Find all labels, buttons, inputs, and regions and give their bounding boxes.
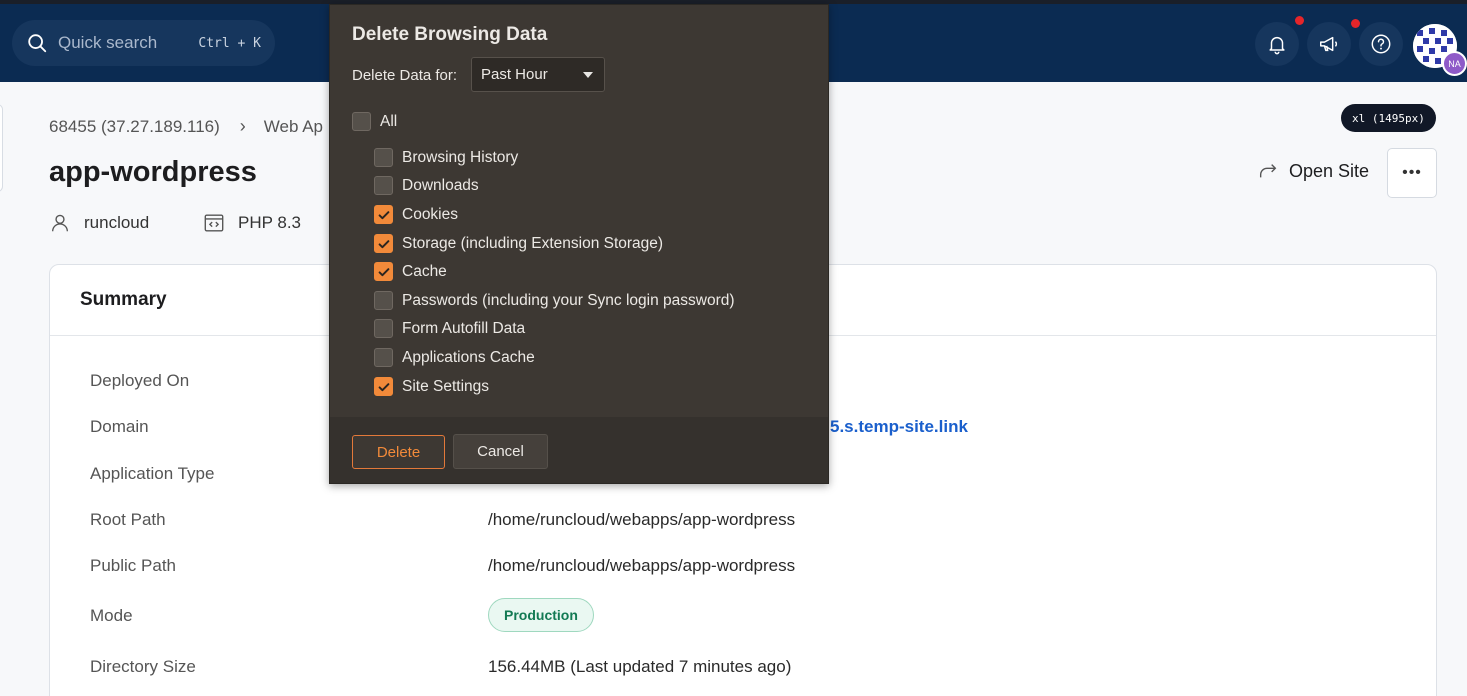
checkbox-all-label: All	[380, 112, 398, 130]
bell-icon	[1269, 36, 1285, 55]
row-label-public-path: Public Path	[90, 556, 176, 575]
code-window-icon	[204, 214, 224, 232]
checkbox-all[interactable]: All	[352, 112, 397, 131]
row-label-deployed-on: Deployed On	[90, 371, 190, 390]
search-placeholder: Quick search	[58, 33, 158, 52]
breadcrumb-section[interactable]: Web Ap	[264, 117, 323, 137]
row-label-root-path: Root Path	[90, 510, 166, 529]
breakpoint-badge: xl (1495px)	[1341, 104, 1436, 132]
checkbox-box[interactable]	[352, 112, 371, 131]
checkmark-icon	[378, 267, 389, 276]
user-icon	[51, 214, 69, 232]
cancel-button[interactable]: Cancel	[453, 434, 548, 469]
chevron-right-icon: ›	[239, 116, 246, 136]
announcement-dot	[1351, 19, 1360, 28]
checkbox-unchecked[interactable]	[374, 319, 393, 338]
checkbox-item[interactable]: Passwords (including your Sync login pas…	[374, 291, 735, 310]
checkbox-label: Applications Cache	[402, 348, 535, 366]
megaphone-icon	[1320, 36, 1338, 52]
checkbox-label: Site Settings	[402, 377, 490, 395]
root-path-value: /home/runcloud/webapps/app-wordpress	[488, 510, 796, 529]
row-label-domain: Domain	[90, 417, 149, 436]
checkbox-item[interactable]: Site Settings	[374, 377, 489, 396]
help-button[interactable]	[1359, 22, 1403, 66]
meta-php-label: PHP 8.3	[238, 213, 302, 232]
checkbox-checked[interactable]	[374, 234, 393, 253]
notifications-button[interactable]	[1255, 22, 1299, 66]
help-icon	[1371, 34, 1391, 54]
more-options-button[interactable]: •••	[1387, 148, 1437, 198]
meta-php: PHP 8.3	[203, 212, 301, 234]
search-icon	[28, 34, 47, 53]
row-label-application-type: Application Type	[90, 464, 215, 483]
meta-user-label: runcloud	[84, 213, 150, 232]
checkbox-label: Cache	[402, 262, 447, 280]
meta-user: runcloud	[49, 212, 149, 234]
checkbox-item[interactable]: Storage (including Extension Storage)	[374, 234, 663, 253]
avatar-initials: NA	[1442, 51, 1467, 76]
delete-browsing-data-dialog: Delete Browsing Data Delete Data for: Pa…	[329, 4, 829, 484]
checkmark-icon	[378, 210, 389, 219]
checkbox-item[interactable]: Cookies	[374, 205, 458, 224]
checkbox-label: Form Autofill Data	[402, 319, 526, 337]
open-site-label: Open Site	[1289, 160, 1370, 181]
checkbox-checked[interactable]	[374, 262, 393, 281]
checkmark-icon	[378, 382, 389, 391]
checkbox-item[interactable]: Applications Cache	[374, 348, 535, 367]
dialog-title: Delete Browsing Data	[352, 24, 548, 45]
delete-button[interactable]: Delete	[352, 435, 445, 469]
checkbox-label: Cookies	[402, 205, 458, 223]
breadcrumb-server[interactable]: 68455 (37.27.189.116)	[49, 117, 220, 137]
dialog-footer: Delete Cancel	[330, 417, 828, 483]
checkbox-item[interactable]: Browsing History	[374, 148, 518, 167]
checkbox-label: Browsing History	[402, 148, 519, 166]
page-title: app-wordpress	[49, 156, 257, 188]
time-range-select[interactable]: Past Hour	[471, 57, 605, 92]
mode-badge: Production	[488, 598, 594, 632]
row-label-mode: Mode	[90, 606, 133, 625]
notification-dot	[1295, 16, 1304, 25]
announcements-button[interactable]	[1307, 22, 1351, 66]
quick-search[interactable]: Quick search Ctrl + K	[12, 20, 275, 66]
domain-link[interactable]: 5.s.temp-site.link	[830, 417, 968, 437]
checkbox-unchecked[interactable]	[374, 176, 393, 195]
checkbox-checked[interactable]	[374, 377, 393, 396]
checkmark-icon	[378, 239, 389, 248]
caret-down-icon	[583, 72, 593, 78]
checkbox-label: Downloads	[402, 176, 479, 194]
share-arrow-icon	[1259, 164, 1277, 178]
row-label-directory-size: Directory Size	[90, 657, 196, 676]
checkbox-unchecked[interactable]	[374, 148, 393, 167]
directory-size-value: 156.44MB (Last updated 7 minutes ago)	[488, 657, 792, 676]
checkbox-unchecked[interactable]	[374, 348, 393, 367]
checkbox-checked[interactable]	[374, 205, 393, 224]
checkbox-item[interactable]: Form Autofill Data	[374, 319, 525, 338]
public-path-value: /home/runcloud/webapps/app-wordpress	[488, 556, 796, 575]
checkbox-item[interactable]: Cache	[374, 262, 447, 281]
checkbox-label: Storage (including Extension Storage)	[402, 234, 664, 252]
checkbox-label: Passwords (including your Sync login pas…	[402, 291, 735, 309]
sidebar-edge[interactable]	[0, 104, 3, 192]
time-range-value: Past Hour	[481, 66, 548, 83]
open-site-button[interactable]: Open Site	[1257, 160, 1369, 182]
checkbox-unchecked[interactable]	[374, 291, 393, 310]
checkbox-item[interactable]: Downloads	[374, 176, 479, 195]
search-shortcut: Ctrl + K	[198, 35, 261, 51]
delete-for-label: Delete Data for:	[352, 67, 458, 84]
breadcrumb: 68455 (37.27.189.116) › Web Ap	[49, 116, 323, 137]
